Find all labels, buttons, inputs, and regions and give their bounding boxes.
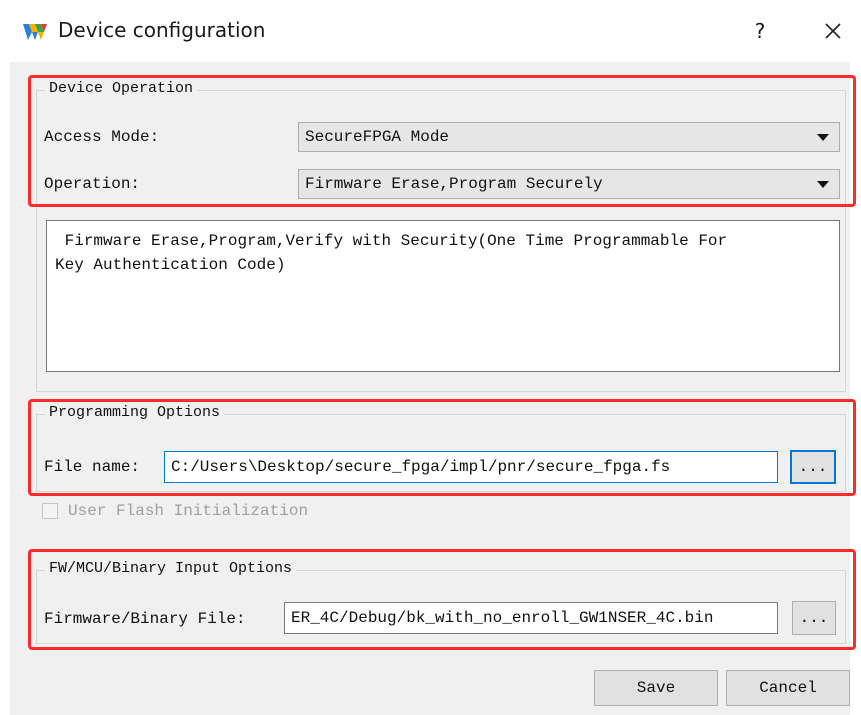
firmware-file-label: Firmware/Binary File: — [44, 610, 246, 628]
user-flash-checkbox[interactable] — [42, 503, 58, 519]
access-mode-label: Access Mode: — [44, 128, 160, 146]
firmware-file-field[interactable]: ER_4C/Debug/bk_with_no_enroll_GW1NSER_4C… — [284, 602, 778, 634]
help-button[interactable]: ? — [748, 16, 772, 46]
save-button[interactable]: Save — [594, 670, 718, 706]
window-title: Device configuration — [58, 18, 266, 42]
user-flash-label: User Flash Initialization — [68, 502, 309, 520]
access-mode-select[interactable]: SecureFPGA Mode — [298, 122, 840, 152]
chevron-down-icon — [817, 181, 829, 188]
file-name-field[interactable]: C:/Users\Desktop/secure_fpga/impl/pnr/se… — [164, 451, 778, 483]
gowin-logo-icon — [23, 24, 47, 40]
browse-file-button[interactable]: ... — [790, 450, 836, 484]
access-mode-value: SecureFPGA Mode — [305, 128, 450, 146]
operation-label: Operation: — [44, 175, 141, 193]
browse-firmware-button[interactable]: ... — [792, 601, 836, 635]
operation-description-text: Firmware Erase,Program,Verify with Secur… — [55, 232, 728, 274]
operation-description[interactable]: Firmware Erase,Program,Verify with Secur… — [46, 220, 840, 372]
fw-options-title: FW/MCU/Binary Input Options — [45, 560, 297, 577]
close-icon[interactable] — [818, 16, 848, 46]
operation-select[interactable]: Firmware Erase,Program Securely — [298, 169, 840, 199]
title-bar: Device configuration ? — [0, 0, 861, 62]
cancel-button[interactable]: Cancel — [726, 670, 850, 706]
programming-options-title: Programming Options — [45, 404, 225, 421]
chevron-down-icon — [817, 134, 829, 141]
device-operation-title: Device Operation — [45, 80, 198, 97]
file-name-label: File name: — [44, 458, 141, 476]
operation-value: Firmware Erase,Program Securely — [305, 175, 603, 193]
